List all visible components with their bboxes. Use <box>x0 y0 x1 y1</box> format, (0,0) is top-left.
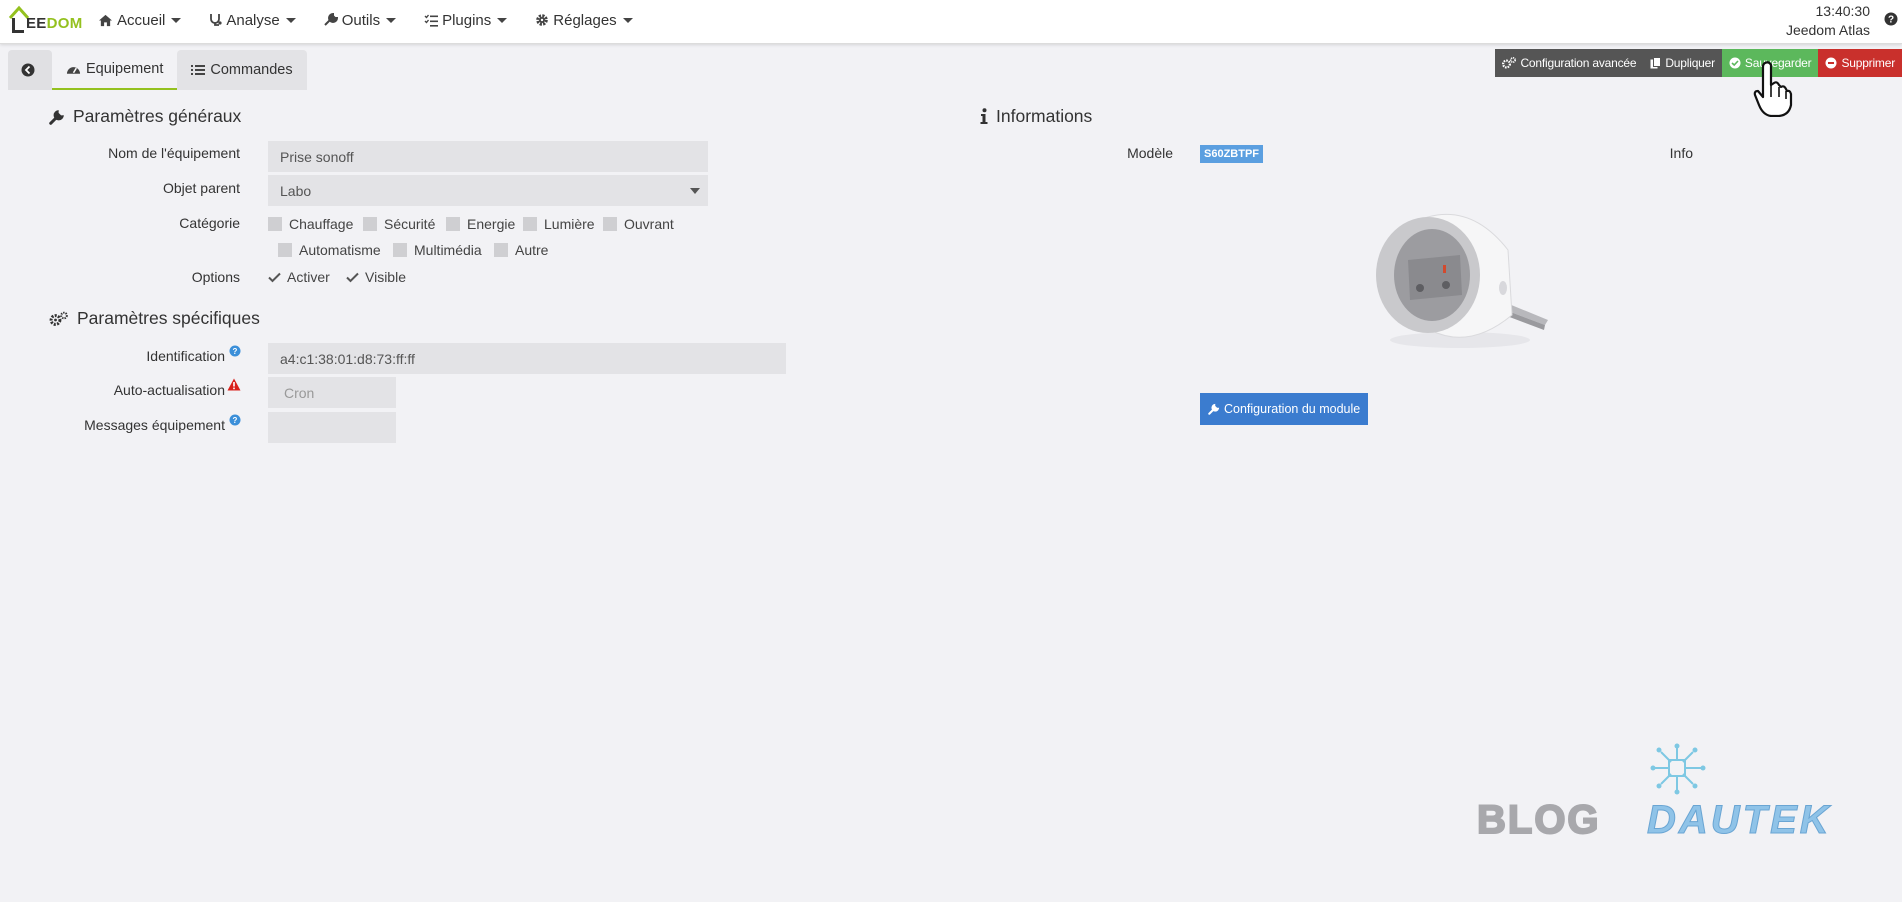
home-icon <box>99 14 112 26</box>
hand-cursor-icon <box>1753 61 1793 117</box>
cogs-icon <box>1502 57 1517 69</box>
stethoscope-icon <box>210 14 222 26</box>
copy-icon <box>1650 57 1662 69</box>
category-lumiere[interactable]: Lumière <box>523 216 595 232</box>
checkbox[interactable] <box>278 243 292 257</box>
delete-button[interactable]: Supprimer <box>1818 49 1902 77</box>
chevron-down-icon <box>497 17 508 23</box>
option-activer[interactable]: Activer <box>268 269 330 285</box>
option-visible[interactable]: Visible <box>346 269 406 285</box>
general-params-title: Paramètres généraux <box>49 106 241 127</box>
question-circle-icon[interactable]: ? <box>229 345 241 357</box>
specific-params-title: Paramètres spécifiques <box>49 308 260 329</box>
category-multimedia[interactable]: Multimédia <box>393 242 482 258</box>
nav-plugins[interactable]: Plugins <box>424 0 521 40</box>
check-icon[interactable] <box>346 272 359 283</box>
parent-select[interactable]: Labo <box>268 175 708 206</box>
wrench-icon <box>324 13 338 26</box>
blog-watermark: BLOG DAUTEK <box>1475 740 1855 850</box>
watermark-dautek-text: DAUTEK <box>1647 798 1832 843</box>
minus-circle-icon <box>1825 57 1837 69</box>
categorie-label: Catégorie <box>179 215 240 231</box>
parent-label: Objet parent <box>162 180 240 196</box>
wrench-icon <box>49 109 64 125</box>
back-button[interactable] <box>8 50 52 90</box>
tasks-icon <box>424 14 439 27</box>
identification-input[interactable]: a4:c1:38:01:d8:73:ff:ff <box>268 343 786 374</box>
chevron-down-icon <box>622 17 633 23</box>
chevron-down-icon <box>690 188 700 194</box>
user-name[interactable]: Jeedom Atlas <box>1786 21 1870 40</box>
nav-outils[interactable]: Outils <box>324 0 410 40</box>
check-circle-icon <box>1729 57 1741 69</box>
nav-analyse[interactable]: Analyse <box>209 0 309 40</box>
chevron-down-icon <box>171 17 182 23</box>
advanced-config-button[interactable]: Configuration avancée <box>1495 49 1644 77</box>
cogs-icon <box>49 311 68 326</box>
category-automatisme[interactable]: Automatisme <box>278 242 381 258</box>
main-menu: Accueil Analyse Outils Plugins Réglages <box>98 0 661 40</box>
messages-input[interactable] <box>268 412 396 443</box>
checkbox[interactable] <box>268 217 282 231</box>
modele-label: Modèle <box>1127 145 1173 161</box>
question-icon[interactable]: ? <box>1884 12 1898 26</box>
category-chauffage[interactable]: Chauffage <box>268 216 353 232</box>
jeedom-logo[interactable]: EEDOM <box>8 2 82 40</box>
model-badge: S60ZBTPF <box>1200 145 1264 163</box>
informations-title: Informations <box>980 106 1092 127</box>
auto-actualisation-label: Auto-actualisation <box>113 382 225 398</box>
nav-reglages[interactable]: Réglages <box>535 0 646 40</box>
tab-equipement[interactable]: Equipement <box>52 50 178 90</box>
logo-text: EEDOM <box>26 15 83 32</box>
info-label: Info <box>1669 145 1693 161</box>
info-icon <box>980 108 988 124</box>
auto-actualisation-input[interactable]: Cron <box>268 377 396 408</box>
duplicate-button[interactable]: Dupliquer <box>1643 49 1722 77</box>
category-autre[interactable]: Autre <box>494 242 548 258</box>
checkbox[interactable] <box>603 217 617 231</box>
category-securite[interactable]: Sécurité <box>363 216 435 232</box>
list-icon <box>191 65 206 75</box>
action-buttons: Configuration avancée Dupliquer Sauvegar… <box>1495 49 1902 77</box>
svg-text:?: ? <box>1888 15 1894 26</box>
svg-text:?: ? <box>233 416 238 425</box>
tachometer-icon <box>66 66 81 74</box>
smart-plug-image <box>1376 213 1548 348</box>
clock-user: 13:40:30 Jeedom Atlas <box>1786 2 1870 40</box>
wrench-icon <box>1208 403 1220 415</box>
check-icon[interactable] <box>268 272 281 283</box>
checkbox[interactable] <box>523 217 537 231</box>
config-module-button[interactable]: Configuration du module <box>1200 393 1369 425</box>
chevron-down-icon <box>285 17 296 23</box>
category-energie[interactable]: Energie <box>446 216 515 232</box>
checkbox[interactable] <box>393 243 407 257</box>
chevron-down-icon <box>386 17 397 23</box>
nom-label: Nom de l'équipement <box>108 145 240 161</box>
nom-input[interactable]: Prise sonoff <box>268 141 708 172</box>
clock: 13:40:30 <box>1815 3 1871 19</box>
svg-text:?: ? <box>233 347 238 356</box>
messages-label: Messages équipement <box>84 417 225 433</box>
checkbox[interactable] <box>446 217 460 231</box>
category-ouvrant[interactable]: Ouvrant <box>603 216 674 232</box>
question-circle-icon[interactable]: ? <box>229 414 241 426</box>
circle-arrow-left-icon <box>21 63 34 77</box>
identification-label: Identification <box>146 348 225 364</box>
nav-accueil[interactable]: Accueil <box>98 0 195 40</box>
tab-bar: Equipement Commandes <box>8 50 307 90</box>
tab-commandes[interactable]: Commandes <box>177 50 307 90</box>
watermark-blog-text: BLOG <box>1476 797 1601 843</box>
gear-icon <box>536 14 549 26</box>
warning-icon[interactable] <box>227 378 241 391</box>
top-navbar: EEDOM Accueil Analyse Outils Plugins Rég… <box>0 0 1902 44</box>
checkbox[interactable] <box>363 217 377 231</box>
options-label: Options <box>191 269 240 285</box>
checkbox[interactable] <box>494 243 508 257</box>
